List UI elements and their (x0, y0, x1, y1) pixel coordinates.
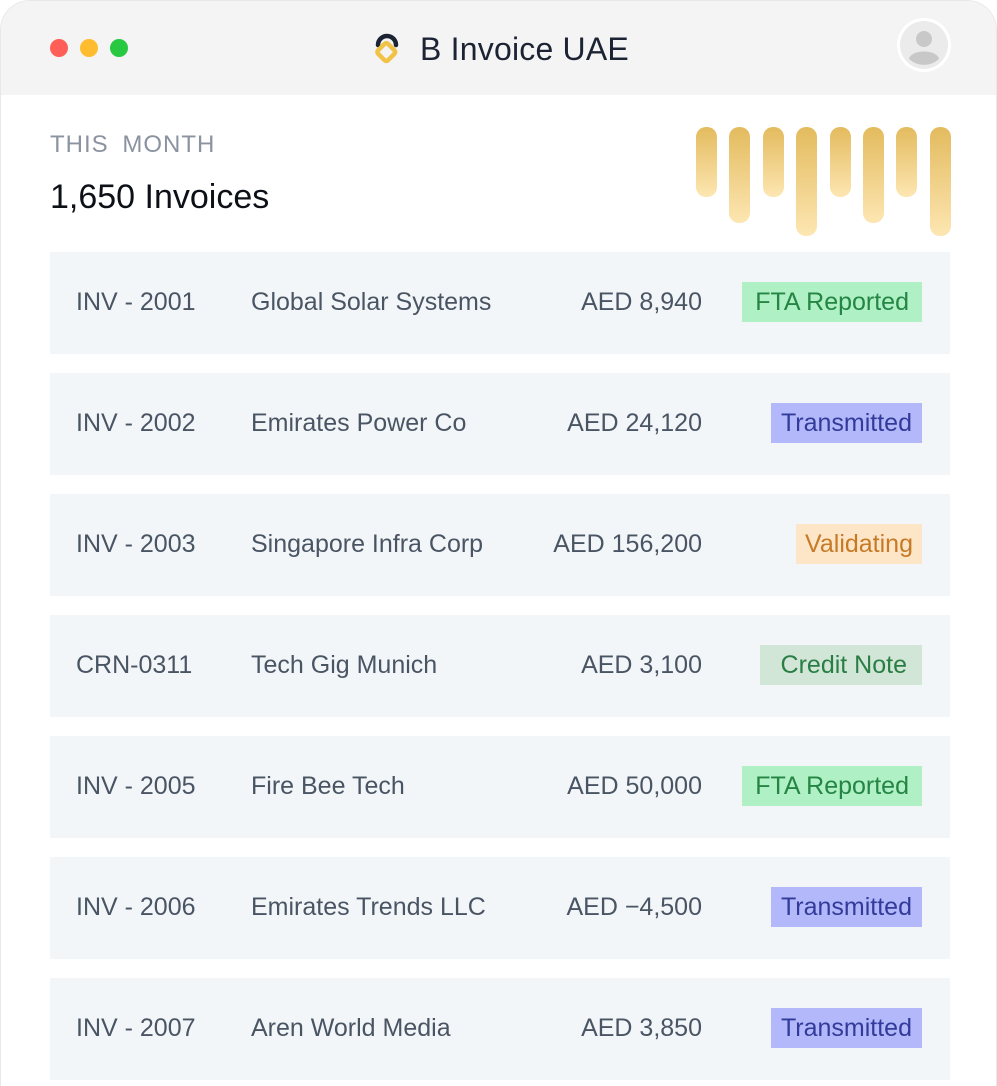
app-window: B Invoice UAE THIS MONTH 1,650 Invoices … (0, 0, 997, 1086)
client-name: Emirates Trends LLC (251, 893, 486, 921)
client-name: Singapore Infra Corp (251, 530, 484, 558)
sparkline-bar (696, 127, 717, 197)
table-row[interactable]: INV - 2002 Emirates Power Co AED 24,120 … (50, 373, 950, 475)
user-avatar-icon (897, 18, 951, 72)
sparkline-bar (729, 127, 750, 223)
table-row[interactable]: INV - 2006 Emirates Trends LLC AED −4,50… (50, 857, 950, 959)
invoice-id: INV - 2003 (76, 530, 196, 558)
invoice-amount: AED 3,850 (581, 1014, 702, 1042)
activity-sparkline (696, 127, 952, 239)
invoice-count: 1,650 Invoices (50, 178, 270, 216)
sparkline-bar (863, 127, 884, 223)
sparkline-bar (796, 127, 817, 236)
status-badge: Transmitted (770, 403, 922, 443)
invoice-id: CRN-0311 (76, 651, 193, 679)
invoice-amount: AED 3,100 (581, 651, 702, 679)
status-badge: Credit Note (759, 645, 922, 685)
table-row[interactable]: INV - 2007 Aren World Media AED 3,850 Tr… (50, 978, 950, 1080)
sparkline-bar (763, 127, 784, 197)
invoice-id: INV - 2005 (76, 772, 196, 800)
invoice-amount: AED 24,120 (567, 409, 702, 437)
client-name: Tech Gig Munich (251, 651, 438, 679)
status-badge: Transmitted (770, 887, 922, 927)
client-name: Emirates Power Co (251, 409, 467, 437)
invoice-id: INV - 2007 (76, 1014, 196, 1042)
table-row[interactable]: INV - 2005 Fire Bee Tech AED 50,000 FTA … (50, 736, 950, 838)
invoice-amount: AED 8,940 (581, 288, 702, 316)
status-badge: FTA Reported (742, 282, 922, 322)
table-row[interactable]: INV - 2003 Singapore Infra Corp AED 156,… (50, 494, 950, 596)
invoice-id: INV - 2001 (76, 288, 196, 316)
table-row[interactable]: INV - 2001 Global Solar Systems AED 8,94… (50, 252, 950, 354)
title-bar: B Invoice UAE (1, 1, 996, 95)
sparkline-bar (930, 127, 951, 236)
status-badge: FTA Reported (742, 766, 922, 806)
invoice-amount: AED −4,500 (566, 893, 702, 921)
sparkline-bar (896, 127, 917, 197)
invoice-id: INV - 2006 (76, 893, 196, 921)
table-row[interactable]: CRN-0311 Tech Gig Munich AED 3,100 Credi… (50, 615, 950, 717)
invoice-amount: AED 50,000 (567, 772, 702, 800)
sparkline-bar (830, 127, 851, 197)
client-name: Fire Bee Tech (251, 772, 405, 800)
brand-logo-icon (375, 33, 399, 64)
invoice-id: INV - 2002 (76, 409, 196, 437)
app-brand: B Invoice UAE (1, 25, 996, 73)
invoice-amount: AED 156,200 (553, 530, 702, 558)
period-label: THIS MONTH (50, 131, 216, 158)
status-badge: Transmitted (770, 1008, 922, 1048)
app-title: B Invoice UAE (420, 30, 629, 67)
client-name: Global Solar Systems (251, 288, 492, 316)
user-avatar[interactable] (897, 18, 951, 72)
client-name: Aren World Media (251, 1014, 451, 1042)
status-badge: Validating (796, 524, 922, 564)
